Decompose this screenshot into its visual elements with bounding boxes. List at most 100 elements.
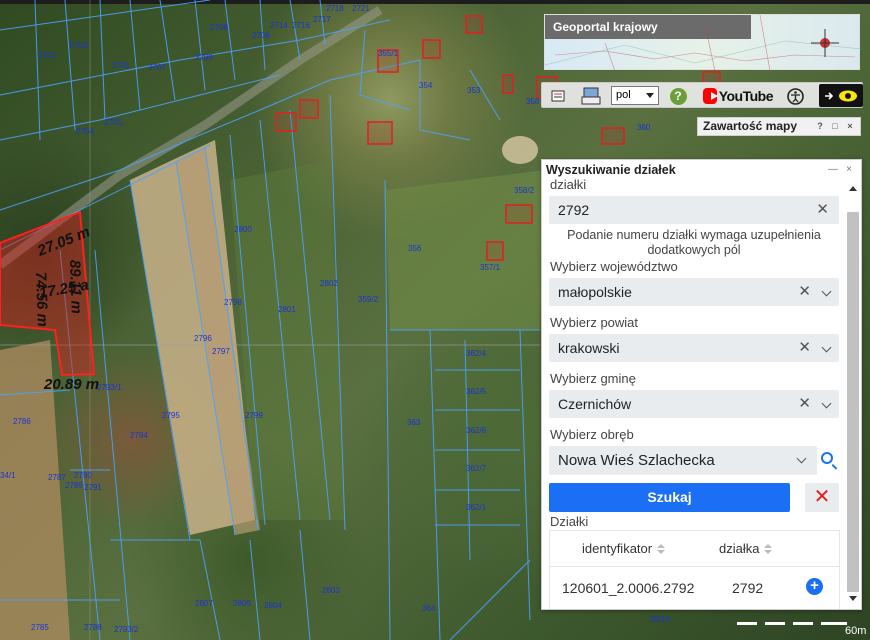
- measure-left-label: 74.56 m: [32, 272, 51, 328]
- search-button[interactable]: Szukaj: [549, 483, 790, 512]
- search-icon[interactable]: [821, 452, 833, 464]
- parcel-number-label: 2805: [233, 599, 251, 608]
- add-result-button[interactable]: +: [806, 578, 823, 595]
- panel-close-button[interactable]: ×: [843, 165, 855, 175]
- clear-button[interactable]: ✕: [805, 483, 839, 512]
- map-content-close-button[interactable]: ×: [844, 121, 856, 132]
- parcel-number-label: 2708: [210, 23, 228, 32]
- clear-commune-icon[interactable]: ✕: [798, 390, 811, 418]
- parcel-number-label: 354: [419, 81, 433, 90]
- parcel-number-label: 2793/2: [114, 625, 139, 634]
- parcel-number-label: 357/1: [480, 263, 501, 272]
- parcel-number-label: 2802: [320, 279, 338, 288]
- county-select[interactable]: krakowski ✕: [549, 334, 839, 362]
- parcel-number-label: 2714: [270, 21, 288, 30]
- parcel-number-label: 2704: [76, 127, 94, 136]
- clear-parcel-number-icon[interactable]: ✕: [816, 196, 829, 224]
- parcel-notice: Podanie numeru działki wymaga uzupełnien…: [567, 228, 821, 257]
- scale-bar: [737, 622, 847, 627]
- parcel-number-label: 362/4: [466, 349, 487, 358]
- sort-icon: [764, 544, 773, 555]
- parcel-number-label: 2717: [313, 15, 331, 24]
- voivodeship-label: Wybierz województwo: [550, 259, 678, 274]
- help-icon: ?: [669, 87, 687, 105]
- parcel-number-label: 2788: [84, 623, 102, 632]
- youtube-button[interactable]: YouTube: [703, 86, 774, 106]
- panel-minimize-button[interactable]: —: [827, 165, 839, 175]
- parcel-number-label: 2791: [84, 483, 102, 492]
- parcel-number-label: 2703: [70, 41, 88, 50]
- scrollbar-thumb[interactable]: [847, 212, 859, 592]
- column-header-identifier[interactable]: identyfikator: [582, 541, 666, 556]
- parcel-number-label: 356: [408, 244, 422, 253]
- parcel-number-label: 2794: [130, 431, 148, 440]
- parcel-number-label: 353: [467, 86, 481, 95]
- result-identifier: 120601_2.0006.2792: [562, 580, 695, 596]
- map-content-help-button[interactable]: ?: [814, 121, 826, 132]
- parcel-number-label: 2705: [104, 118, 122, 127]
- parcel-number-label: 2786: [13, 417, 31, 426]
- voivodeship-select[interactable]: małopolskie ✕: [549, 278, 839, 306]
- commune-label: Wybierz gminę: [550, 371, 636, 386]
- precinct-value: Nowa Wieś Szlachecka: [558, 452, 715, 469]
- parcel-number-label: 362/5: [466, 387, 487, 396]
- print-icon[interactable]: [549, 86, 567, 106]
- chevron-down-icon: [821, 342, 832, 353]
- parcel-number-label: 359/2: [358, 295, 379, 304]
- chevron-down-icon: [821, 398, 832, 409]
- parcel-number-label: 2785: [31, 623, 49, 632]
- parcel-number-label: 39/15: [650, 615, 671, 624]
- parcel-number-label: 2795: [162, 411, 180, 420]
- parcel-number-label: 2804: [264, 601, 282, 610]
- parcel-number-label: 362/1: [466, 503, 487, 512]
- results-table: identyfikator działka 120601_2.0006.2792…: [549, 530, 840, 609]
- overview-map-graphic: [545, 15, 861, 71]
- parcel-number-label: 2709: [195, 53, 213, 62]
- clear-county-icon[interactable]: ✕: [798, 334, 811, 362]
- sort-icon: [657, 544, 666, 555]
- parcel-number-label: 2716: [292, 21, 310, 30]
- parcel-number-input[interactable]: 2792 ✕: [549, 196, 839, 224]
- arrow-right-icon: [825, 91, 834, 100]
- parcel-number-label: 2789: [65, 481, 83, 490]
- column-header-parcel[interactable]: działka: [719, 541, 773, 556]
- parcel-number-label: 2803: [322, 586, 340, 595]
- parcel-number-label: 2701: [112, 61, 130, 70]
- result-parcel: 2792: [732, 580, 764, 596]
- parcel-number-label: 2798: [224, 298, 242, 307]
- precinct-select[interactable]: Nowa Wieś Szlachecka: [549, 446, 817, 475]
- clear-voivodeship-icon[interactable]: ✕: [798, 278, 811, 306]
- youtube-icon: [703, 88, 718, 104]
- parcel-number-label: 362/6: [466, 426, 487, 435]
- parcel-number-label: 2787: [48, 473, 66, 482]
- parcel-number-value: 2792: [558, 202, 590, 218]
- map-content-minimize-button[interactable]: □: [829, 121, 841, 132]
- results-label: Działki: [550, 514, 589, 529]
- parcel-number-label: 355/1: [378, 49, 399, 58]
- language-select[interactable]: pol: [611, 86, 659, 105]
- wms-icon[interactable]: [580, 86, 602, 106]
- geoportal-overview-map[interactable]: Geoportal krajowy: [544, 14, 861, 71]
- accessibility-icon[interactable]: [785, 86, 805, 106]
- precinct-label: Wybierz obręb: [550, 427, 634, 442]
- commune-select[interactable]: Czernichów ✕: [549, 390, 839, 418]
- measure-bottom-label: 20.89 m: [43, 376, 99, 393]
- panel-scrollbar[interactable]: [845, 182, 859, 609]
- parcel-number-label: 2801: [278, 305, 296, 314]
- parcel-number-label: 2721: [352, 4, 370, 13]
- parcel-number-label: 2793/1: [97, 383, 122, 392]
- parcel-number-label: 2718: [326, 4, 344, 13]
- youtube-label: YouTube: [718, 88, 774, 104]
- scroll-up-arrow[interactable]: [849, 186, 857, 191]
- parcel-number-label: 362/7: [466, 464, 487, 473]
- eye-icon: [839, 90, 857, 101]
- county-value: krakowski: [558, 340, 620, 356]
- panel-title: Wyszukiwanie działek: [546, 163, 676, 177]
- parcel-number-label: 2800: [234, 225, 252, 234]
- scroll-down-arrow[interactable]: [849, 596, 857, 601]
- map-content-panel-header[interactable]: Zawartość mapy ? □ ×: [697, 117, 861, 136]
- contrast-toggle-button[interactable]: [819, 84, 863, 107]
- help-button[interactable]: ?: [669, 86, 687, 106]
- parcel-number-label: 358/2: [514, 186, 535, 195]
- commune-value: Czernichów: [558, 396, 632, 412]
